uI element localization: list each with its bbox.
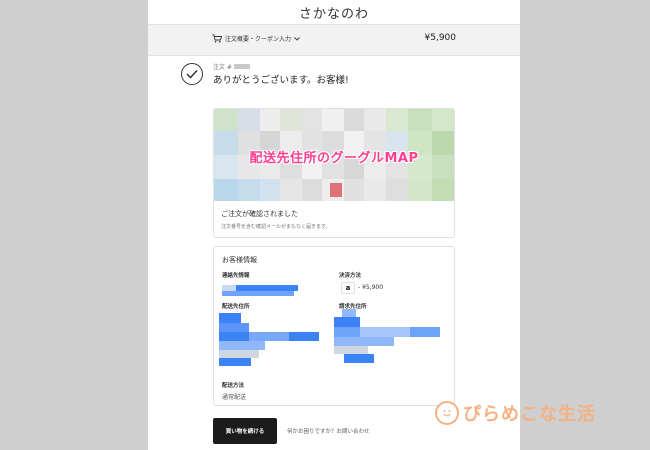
- cart-icon: [212, 34, 222, 43]
- amazon-pay-icon: a: [341, 282, 355, 294]
- store-name: さかなのわ: [298, 7, 369, 22]
- watermark-text: ぴらめこな生活: [463, 404, 596, 425]
- contact-info-redacted: [222, 282, 302, 301]
- customer-info-heading: お客様情報: [222, 256, 257, 264]
- order-summary-bar[interactable]: 注文概要・クーポン入力 ¥5,900: [148, 24, 520, 56]
- shipping-address-label: 配送先住所: [222, 304, 250, 310]
- order-summary-label: 注文概要・クーポン入力: [225, 36, 292, 43]
- shipping-method-label: 配送方法: [222, 383, 245, 389]
- help-prefix: 何かお困りですか？: [287, 429, 337, 435]
- thanks-message: ありがとうございます。お客様!: [213, 75, 349, 86]
- billing-address-redacted: [334, 309, 440, 375]
- confirmation-title: ご注文が確認されました: [221, 210, 298, 218]
- checkout-page: さかなのわ 注文概要・クーポン入力 ¥5,900 注文 # ありがとうございます…: [148, 0, 520, 450]
- checkmark-icon: [181, 63, 203, 85]
- watermark: ぴらめこな生活: [435, 400, 596, 426]
- order-number-redacted: [233, 64, 250, 69]
- order-summary-toggle[interactable]: 注文概要・クーポン入力: [212, 34, 300, 43]
- chevron-down-icon: [294, 36, 300, 41]
- contact-us-link[interactable]: お問い合わせ: [337, 429, 370, 435]
- amazon-pay-letter: a: [345, 284, 351, 292]
- continue-shopping-button[interactable]: 買い物を続ける: [213, 418, 277, 444]
- customer-info-card: お客様情報 連絡先情報 決済方法 a - ¥5,900 配送先住所 請求先住所 …: [213, 246, 455, 406]
- payment-amount: - ¥5,900: [358, 284, 384, 291]
- map-overlay-label: 配送先住所のグーグルMAP: [249, 151, 419, 166]
- map-image[interactable]: 配送先住所のグーグルMAP: [214, 109, 454, 201]
- confirmation-subtitle: 注文番号を含む確認メールがまもなく届きます。: [221, 224, 331, 230]
- shipping-address-redacted: [219, 313, 319, 375]
- map-card: 配送先住所のグーグルMAP ご注文が確認されました 注文番号を含む確認メールがま…: [213, 108, 455, 238]
- shipping-method-value: 通常配送: [222, 394, 247, 401]
- help-text: 何かお困りですか？お問い合わせ: [287, 427, 370, 435]
- payment-method-label: 決済方法: [339, 273, 362, 279]
- smiley-face-icon: [435, 401, 459, 425]
- order-number: 注文 #: [213, 62, 250, 71]
- contact-info-label: 連絡先情報: [222, 273, 250, 279]
- order-total: ¥5,900: [424, 33, 457, 43]
- order-number-prefix: 注文 #: [213, 64, 232, 71]
